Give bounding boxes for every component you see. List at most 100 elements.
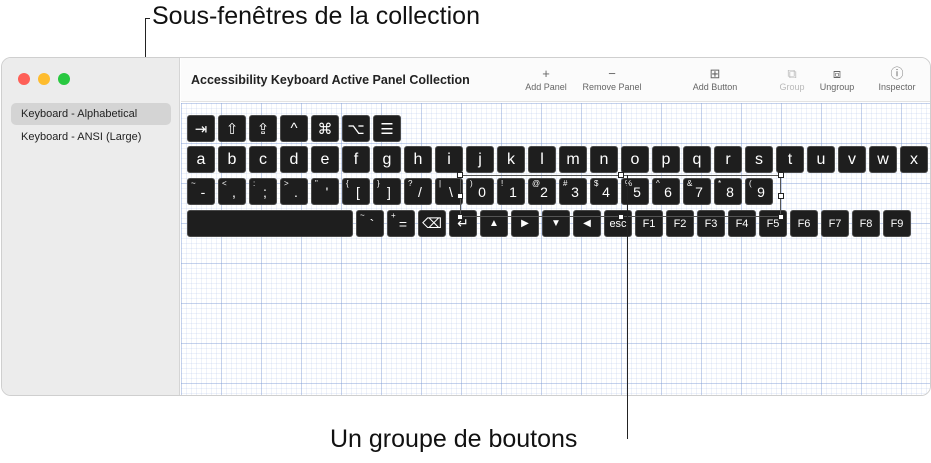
letter-key[interactable]: k (497, 146, 525, 173)
key-label: F2 (673, 217, 687, 230)
key-label: ] (387, 183, 391, 200)
key-label: s (755, 150, 763, 168)
resize-handle[interactable] (778, 172, 784, 178)
function-key[interactable]: F6 (790, 210, 818, 237)
app-window: Keyboard - Alphabetical Keyboard - ANSI … (1, 57, 931, 396)
letter-key[interactable]: m (559, 146, 587, 173)
letter-key[interactable]: b (218, 146, 246, 173)
modifier-key[interactable]: ⇧ (218, 115, 246, 142)
letter-key[interactable]: h (404, 146, 432, 173)
remove-panel-button[interactable]: − Remove Panel (577, 66, 647, 92)
letter-key[interactable]: t (776, 146, 804, 173)
sidebar-item-keyboard-ansi-large[interactable]: Keyboard - ANSI (Large) (11, 126, 171, 148)
space-key[interactable] (187, 210, 353, 237)
add-panel-button[interactable]: + Add Panel (521, 66, 571, 92)
close-window-button[interactable] (18, 73, 30, 85)
symbol-key[interactable]: {[ (342, 178, 370, 205)
key-label: n (599, 150, 609, 168)
key-label: i (447, 150, 451, 168)
letter-key[interactable]: s (745, 146, 773, 173)
symbol-key[interactable]: + = (387, 210, 415, 237)
key-shift-label: ~ (360, 211, 365, 220)
symbol-key[interactable]: }] (373, 178, 401, 205)
symbol-key[interactable]: <, (218, 178, 246, 205)
group-button[interactable]: ⧉ Group (775, 66, 809, 92)
minimize-window-button[interactable] (38, 73, 50, 85)
key-label: f (353, 150, 359, 168)
add-button-button[interactable]: ⊞ Add Button (685, 66, 745, 92)
function-key[interactable]: F9 (883, 210, 911, 237)
modifier-key[interactable]: ⇥ (187, 115, 215, 142)
function-key[interactable]: F7 (821, 210, 849, 237)
symbol-key[interactable]: :; (249, 178, 277, 205)
callout-line-top-tick (145, 18, 150, 19)
resize-handle[interactable] (618, 214, 624, 220)
letter-key[interactable]: j (466, 146, 494, 173)
zoom-window-button[interactable] (58, 73, 70, 85)
symbol-key[interactable]: ~ ` (356, 210, 384, 237)
key-label: k (507, 150, 515, 168)
add-button-label: Add Button (692, 82, 738, 92)
modifier-key[interactable]: ⇪ (249, 115, 277, 142)
letter-key[interactable]: q (683, 146, 711, 173)
resize-handle[interactable] (778, 193, 784, 199)
key-label: F4 (735, 217, 749, 230)
key-label: ◀ (583, 218, 591, 229)
resize-handle[interactable] (457, 214, 463, 220)
letter-key[interactable]: u (807, 146, 835, 173)
resize-handle[interactable] (457, 172, 463, 178)
letter-key[interactable]: d (280, 146, 308, 173)
key-label: b (227, 150, 237, 168)
letter-key[interactable]: p (652, 146, 680, 173)
key-label: \ (449, 183, 453, 200)
letter-key[interactable]: a (187, 146, 215, 173)
key-label: , (232, 183, 236, 200)
letter-key[interactable]: i (435, 146, 463, 173)
key-label: ⌥ (347, 120, 365, 138)
key-label: ⌘ (317, 120, 333, 138)
traffic-lights (18, 73, 70, 85)
letter-key[interactable]: e (311, 146, 339, 173)
key-label: / (418, 183, 422, 200)
symbol-key[interactable]: | \ (435, 178, 463, 205)
letter-key[interactable]: c (249, 146, 277, 173)
symbol-key[interactable]: >. (280, 178, 308, 205)
key-label: q (692, 150, 702, 168)
symbol-key[interactable]: " ' (311, 178, 339, 205)
ungroup-button[interactable]: ⧈ Ungroup (815, 66, 859, 92)
modifier-key[interactable]: ☰ (373, 115, 401, 142)
modifier-key[interactable]: ⌥ (342, 115, 370, 142)
symbol-key[interactable]: ? / (404, 178, 432, 205)
letter-key[interactable]: x (900, 146, 928, 173)
sidebar-item-label: Keyboard - ANSI (Large) (21, 131, 142, 143)
plus-icon: + (542, 66, 550, 81)
key-label: ▶ (521, 218, 529, 229)
letter-key[interactable]: w (869, 146, 897, 173)
letter-key[interactable]: v (838, 146, 866, 173)
letter-key[interactable]: r (714, 146, 742, 173)
key-shift-label: : (253, 179, 256, 188)
panel-canvas[interactable]: ⇥ ⇧ ⇪ ^ ⌘ ⌥ ☰ abcdefghijklmnopqrstuvwx ~ - <,:; >… (181, 103, 930, 395)
modifier-key[interactable]: ⌘ (311, 115, 339, 142)
function-key[interactable]: F8 (852, 210, 880, 237)
resize-handle[interactable] (778, 214, 784, 220)
inspector-button[interactable]: ⓘ Inspector (873, 66, 921, 92)
letter-key[interactable]: g (373, 146, 401, 173)
ungroup-label: Ungroup (819, 82, 855, 92)
key-label: . (294, 183, 298, 200)
letter-key[interactable]: n (590, 146, 618, 173)
resize-handle[interactable] (618, 172, 624, 178)
key-label: ⇥ (194, 120, 208, 138)
key-label: F6 (797, 217, 811, 230)
button-group-selection[interactable] (457, 172, 784, 220)
sidebar-item-keyboard-alphabetical[interactable]: Keyboard - Alphabetical (11, 103, 171, 125)
letter-key[interactable]: o (621, 146, 649, 173)
resize-handle[interactable] (457, 193, 463, 199)
key-shift-label: + (391, 211, 396, 220)
key-label: ☰ (380, 120, 394, 138)
symbol-key[interactable]: ⌫ (418, 210, 446, 237)
symbol-key[interactable]: ~ - (187, 178, 215, 205)
letter-key[interactable]: f (342, 146, 370, 173)
letter-key[interactable]: l (528, 146, 556, 173)
modifier-key[interactable]: ^ (280, 115, 308, 142)
